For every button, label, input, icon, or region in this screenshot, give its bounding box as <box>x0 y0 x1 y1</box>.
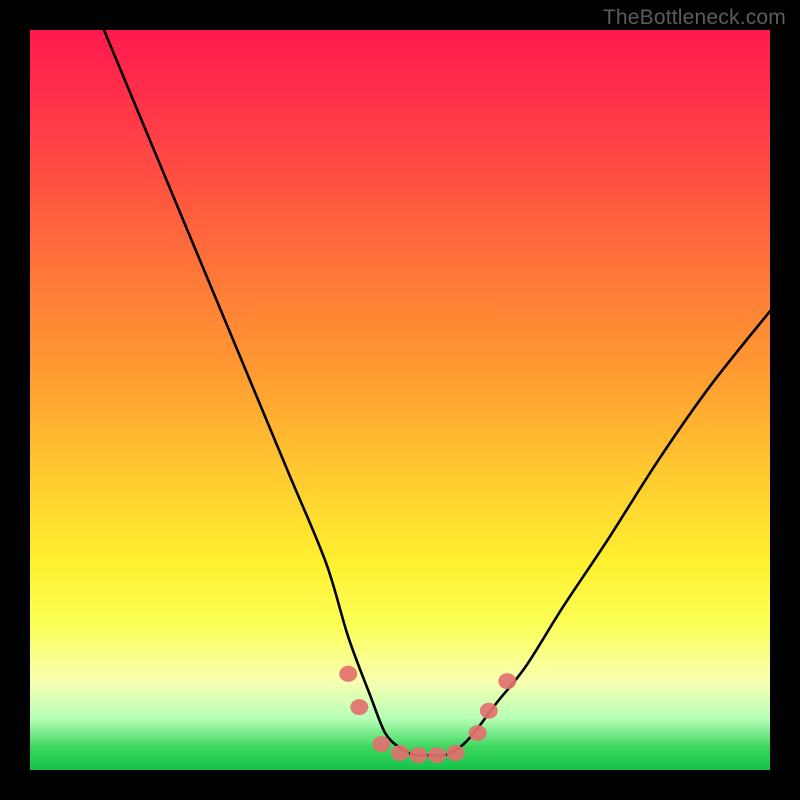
curve-marker <box>447 745 465 761</box>
curve-marker <box>469 725 487 741</box>
curve-marker <box>391 745 409 761</box>
curve-layer <box>30 30 770 770</box>
curve-marker <box>339 666 357 682</box>
curve-marker <box>410 747 428 763</box>
curve-marker <box>498 673 516 689</box>
curve-marker <box>350 699 368 715</box>
watermark-label: TheBottleneck.com <box>603 6 786 30</box>
chart-frame: TheBottleneck.com <box>0 0 800 800</box>
curve-marker <box>480 703 498 719</box>
curve-marker <box>373 736 391 752</box>
marker-group <box>339 666 516 763</box>
plot-area <box>30 30 770 770</box>
bottleneck-curve <box>104 30 770 756</box>
curve-marker <box>428 747 446 763</box>
